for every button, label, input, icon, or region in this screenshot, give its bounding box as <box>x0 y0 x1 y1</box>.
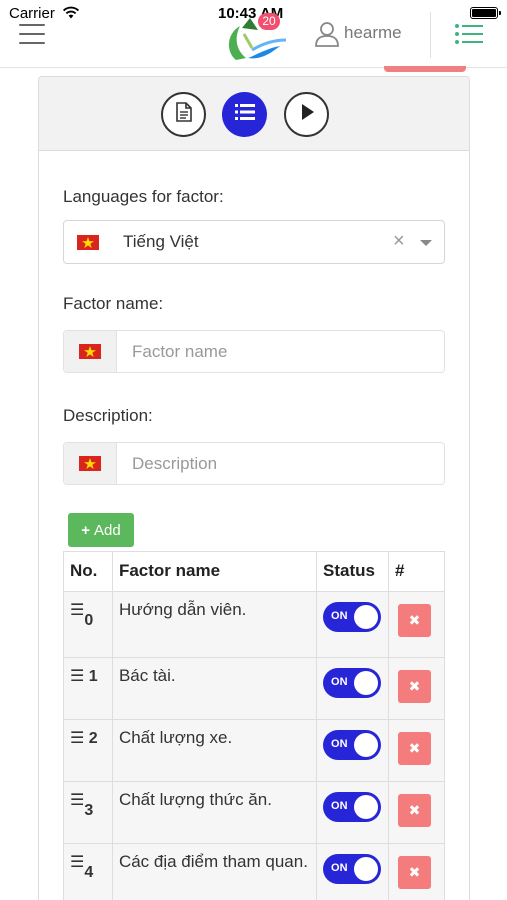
column-header-status: Status <box>316 551 390 592</box>
play-icon <box>299 103 315 126</box>
status-toggle[interactable]: ON <box>323 792 382 822</box>
status-toggle[interactable]: ON <box>323 602 382 632</box>
delete-button[interactable]: ✖ <box>398 794 432 827</box>
row-number: ☰0 <box>63 591 113 658</box>
description-group <box>63 442 445 485</box>
action-cell: ✖ <box>388 843 445 900</box>
table-row: ☰0 Hướng dẫn viên. ON ✖ <box>63 591 445 658</box>
notification-badge: 20 <box>258 13 280 30</box>
status-toggle[interactable]: ON <box>323 668 382 698</box>
add-button[interactable]: + Add <box>68 513 134 547</box>
document-button[interactable] <box>161 92 206 137</box>
factor-name-flag-addon <box>64 331 117 372</box>
delete-button[interactable]: ✖ <box>398 732 432 765</box>
description-flag-addon <box>64 443 117 484</box>
status-toggle[interactable]: ON <box>323 730 382 760</box>
app-header: 20 hearme <box>0 0 507 68</box>
factor-name-cell: Các địa điểm tham quan. <box>111 843 318 900</box>
close-icon: ✖ <box>408 740 421 756</box>
vietnam-flag-icon <box>79 344 101 359</box>
factor-name-cell: Hướng dẫn viên. <box>111 591 318 658</box>
delete-button[interactable]: ✖ <box>398 856 432 889</box>
action-cell: ✖ <box>388 719 445 782</box>
table-row: ☰ 2 Chất lượng xe. ON ✖ <box>63 719 445 782</box>
list-menu-icon[interactable] <box>455 24 483 49</box>
drag-handle-icon[interactable]: ☰ <box>70 854 84 871</box>
action-cell: ✖ <box>388 781 445 844</box>
menu-icon[interactable] <box>19 24 45 44</box>
table-row: ☰ 1 Bác tài. ON ✖ <box>63 657 445 720</box>
close-icon: ✖ <box>408 612 421 628</box>
row-number: ☰ 2 <box>63 719 113 782</box>
column-header-action: # <box>388 551 445 592</box>
action-cell: ✖ <box>388 657 445 720</box>
factor-name-input[interactable] <box>117 331 444 372</box>
username[interactable]: hearme <box>344 23 402 43</box>
action-cell: ✖ <box>388 591 445 658</box>
row-number: ☰ 1 <box>63 657 113 720</box>
column-header-no: No. <box>63 551 113 592</box>
header-divider <box>430 12 431 58</box>
description-label: Description: <box>63 406 153 425</box>
delete-button[interactable]: ✖ <box>398 670 432 703</box>
drag-handle-icon[interactable]: ☰ <box>70 602 84 619</box>
factor-name-cell: Chất lượng xe. <box>111 719 318 782</box>
description-input[interactable] <box>117 443 444 484</box>
column-header-name: Factor name <box>111 551 318 592</box>
vietnam-flag-icon <box>77 235 99 250</box>
languages-label: Languages for factor: <box>63 187 224 206</box>
close-icon: ✖ <box>408 802 421 818</box>
plus-icon: + <box>81 521 91 539</box>
delete-button[interactable]: ✖ <box>398 604 432 637</box>
factor-name-cell: Bác tài. <box>111 657 318 720</box>
status-cell: ON <box>316 843 390 900</box>
factor-name-cell: Chất lượng thức ăn. <box>111 781 318 844</box>
table-row: ☰3 Chất lượng thức ăn. ON ✖ <box>63 781 445 844</box>
status-cell: ON <box>316 719 390 782</box>
vietnam-flag-icon <box>79 456 101 471</box>
close-icon: ✖ <box>408 678 421 694</box>
clear-icon[interactable]: × <box>393 230 405 253</box>
row-number: ☰3 <box>63 781 113 844</box>
status-cell: ON <box>316 591 390 658</box>
card-toolbar <box>39 77 469 151</box>
play-button[interactable] <box>284 92 329 137</box>
list-button[interactable] <box>222 92 267 137</box>
language-selected-value: Tiếng Việt <box>123 232 199 251</box>
drag-handle-icon[interactable]: ☰ <box>70 792 84 809</box>
close-icon: ✖ <box>408 864 421 880</box>
status-toggle[interactable]: ON <box>323 854 382 884</box>
row-number: ☰4 <box>63 843 113 900</box>
add-button-label: Add <box>94 521 121 539</box>
status-cell: ON <box>316 781 390 844</box>
factor-form-card: Languages for factor: Tiếng Việt × Facto… <box>38 76 470 900</box>
drag-handle-icon[interactable]: ☰ <box>70 730 84 747</box>
document-icon <box>175 102 193 127</box>
factors-table: No. Factor name Status # ☰0 Hướng dẫn vi… <box>63 551 445 900</box>
hidden-action-button[interactable] <box>384 66 466 72</box>
status-cell: ON <box>316 657 390 720</box>
factor-name-group <box>63 330 445 373</box>
table-row: ☰4 Các địa điểm tham quan. ON ✖ <box>63 843 445 900</box>
table-header-row: No. Factor name Status # <box>63 551 445 592</box>
drag-handle-icon[interactable]: ☰ <box>70 668 84 685</box>
chevron-down-icon[interactable] <box>420 240 432 246</box>
factor-name-label: Factor name: <box>63 294 164 313</box>
user-icon[interactable] <box>313 20 341 53</box>
language-select[interactable]: Tiếng Việt × <box>63 220 445 264</box>
list-icon <box>234 104 255 125</box>
